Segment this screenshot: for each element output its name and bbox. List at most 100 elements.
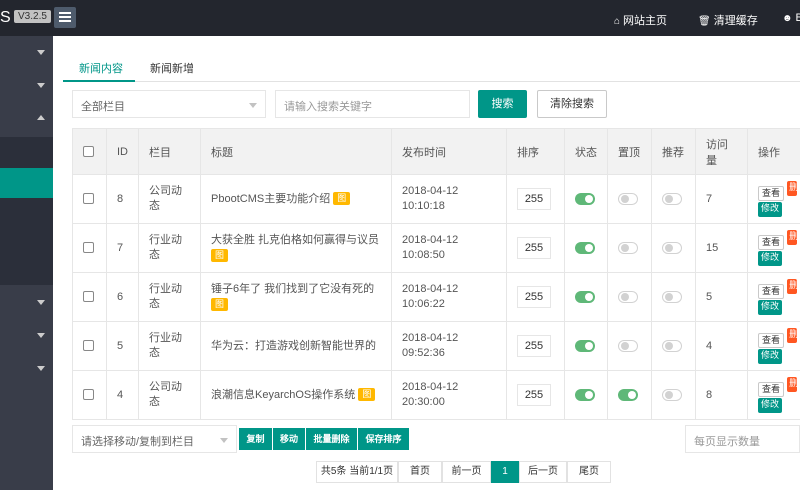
row-checkbox[interactable] xyxy=(83,242,94,254)
cell-sort: 255 xyxy=(506,272,565,322)
recommend-toggle[interactable] xyxy=(662,290,682,303)
tab-news-add[interactable]: 新闻新增 xyxy=(150,60,194,76)
edit-button[interactable]: 修改 xyxy=(758,251,783,266)
publish-clock: 10:08:50 xyxy=(402,249,445,261)
view-button[interactable]: 查看 xyxy=(758,186,785,201)
top-toggle[interactable] xyxy=(618,339,638,352)
clear-cache-label: 清理缓存 xyxy=(713,15,758,27)
view-button[interactable]: 查看 xyxy=(758,382,785,397)
next-page-button[interactable]: 后一页 xyxy=(519,461,567,483)
sort-input[interactable]: 255 xyxy=(517,188,551,210)
status-toggle[interactable] xyxy=(575,192,595,205)
edit-button[interactable]: 修改 xyxy=(758,300,783,315)
user-menu-link[interactable]: ☻ B xyxy=(782,12,800,24)
first-page-button[interactable]: 首页 xyxy=(398,461,442,483)
recommend-toggle[interactable] xyxy=(662,339,682,352)
view-button[interactable]: 查看 xyxy=(758,284,785,299)
status-toggle[interactable] xyxy=(575,241,595,254)
cell-publish-time: 2018-04-12 10:08:50 xyxy=(391,223,507,273)
view-button[interactable]: 查看 xyxy=(758,235,785,250)
header-checkbox-cell xyxy=(72,128,107,175)
move-target-select[interactable]: 请选择移动/复制到栏目 xyxy=(72,425,237,453)
clear-cache-link[interactable]: 🗑 清理缓存 xyxy=(698,12,758,28)
top-header: S V3.2.5 ⌂ 网站主页 🗑 清理缓存 ☻ B xyxy=(0,0,800,36)
tab-news-content[interactable]: 新闻内容 xyxy=(79,60,123,76)
view-button[interactable]: 查看 xyxy=(758,333,785,348)
cell-category: 行业动态 xyxy=(138,223,201,273)
chevron-down-icon xyxy=(37,300,45,305)
edit-button[interactable]: 修改 xyxy=(758,398,783,413)
sidebar-item-1[interactable] xyxy=(0,36,53,69)
top-toggle[interactable] xyxy=(618,388,638,401)
top-toggle[interactable] xyxy=(618,192,638,205)
save-sort-button[interactable]: 保存排序 xyxy=(358,428,409,450)
top-toggle[interactable] xyxy=(618,241,638,254)
sort-input[interactable]: 255 xyxy=(517,384,551,406)
sidebar-item-3[interactable] xyxy=(0,102,53,135)
move-button[interactable]: 移动 xyxy=(273,428,305,450)
sidebar-subitem-active[interactable] xyxy=(0,168,53,198)
move-target-select-value: 请选择移动/复制到栏目 xyxy=(81,436,195,448)
cell-sort: 255 xyxy=(506,174,565,224)
row-checkbox[interactable] xyxy=(83,389,94,401)
status-toggle[interactable] xyxy=(575,388,595,401)
batch-delete-button[interactable]: 批量删除 xyxy=(306,428,357,450)
copy-button[interactable]: 复制 xyxy=(239,428,272,450)
cell-status xyxy=(564,272,608,322)
cell-top xyxy=(607,223,652,273)
page-size-input[interactable]: 每页显示数量 xyxy=(685,425,800,453)
delete-button[interactable]: 删除 xyxy=(787,230,798,245)
search-button[interactable]: 搜索 xyxy=(478,90,527,118)
recommend-toggle[interactable] xyxy=(662,192,682,205)
select-all-checkbox[interactable] xyxy=(83,146,94,158)
trash-icon: 🗑 xyxy=(698,16,711,27)
cell-title: 浪潮信息KeyarchOS操作系统 图 xyxy=(200,370,392,420)
status-toggle[interactable] xyxy=(575,339,595,352)
site-home-link[interactable]: ⌂ 网站主页 xyxy=(614,12,667,28)
sidebar xyxy=(0,36,53,490)
brand-logo[interactable]: S xyxy=(0,9,11,27)
prev-page-button[interactable]: 前一页 xyxy=(442,461,491,483)
sidebar-item-4[interactable] xyxy=(0,286,53,319)
edit-button[interactable]: 修改 xyxy=(758,349,783,364)
sidebar-item-6[interactable] xyxy=(0,352,53,385)
header-category: 栏目 xyxy=(138,128,201,175)
clear-search-button[interactable]: 清除搜索 xyxy=(537,90,607,118)
sidebar-item-5[interactable] xyxy=(0,319,53,352)
recommend-toggle[interactable] xyxy=(662,388,682,401)
row-checkbox[interactable] xyxy=(83,291,94,303)
publish-clock: 10:06:22 xyxy=(402,298,445,310)
sort-input[interactable]: 255 xyxy=(517,335,551,357)
sort-input[interactable]: 255 xyxy=(517,286,551,308)
sidebar-item-2[interactable] xyxy=(0,69,53,102)
header-publish-time: 发布时间 xyxy=(391,128,507,175)
cell-status xyxy=(564,370,608,420)
table-row: 5 行业动态 华为云：打造游戏创新智能世界的 2018-04-12 09:52:36 25… xyxy=(72,321,800,371)
top-toggle[interactable] xyxy=(618,290,638,303)
header-visits: 访问量 xyxy=(695,128,748,175)
delete-button[interactable]: 删除 xyxy=(787,181,798,196)
delete-button[interactable]: 删除 xyxy=(787,328,798,343)
edit-button[interactable]: 修改 xyxy=(758,202,783,217)
user-icon: ☻ xyxy=(782,13,793,24)
caret-down-icon xyxy=(249,103,257,108)
row-checkbox[interactable] xyxy=(83,193,94,205)
header-id: ID xyxy=(106,128,139,175)
header-status: 状态 xyxy=(564,128,608,175)
keyword-search-input[interactable]: 请输入搜索关键字 xyxy=(275,90,470,118)
current-page-button[interactable]: 1 xyxy=(491,461,519,483)
chevron-down-icon xyxy=(37,366,45,371)
last-page-button[interactable]: 尾页 xyxy=(567,461,611,483)
sort-input[interactable]: 255 xyxy=(517,237,551,259)
delete-button[interactable]: 删除 xyxy=(787,279,798,294)
cell-recommend xyxy=(651,370,696,420)
table-header-row: ID 栏目 标题 发布时间 排序 状态 置顶 推荐 访问量 操作 xyxy=(72,128,800,175)
row-checkbox[interactable] xyxy=(83,340,94,352)
category-select[interactable]: 全部栏目 xyxy=(72,90,266,118)
menu-toggle-button[interactable] xyxy=(54,7,76,28)
delete-button[interactable]: 删除 xyxy=(787,377,798,392)
chevron-down-icon xyxy=(37,333,45,338)
recommend-toggle[interactable] xyxy=(662,241,682,254)
status-toggle[interactable] xyxy=(575,290,595,303)
cell-actions: 查看 删除修改 xyxy=(747,174,800,224)
